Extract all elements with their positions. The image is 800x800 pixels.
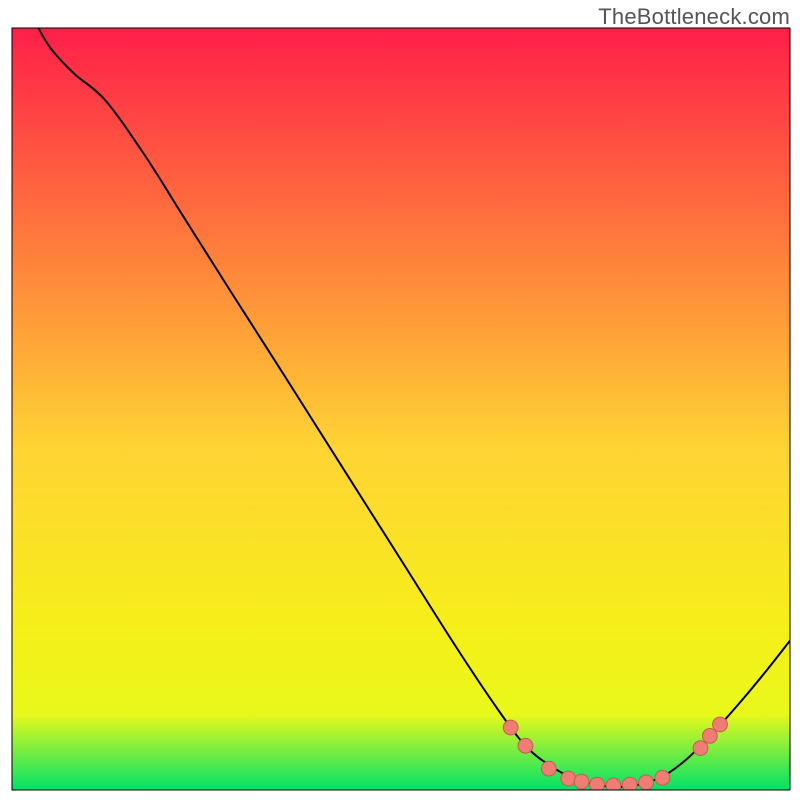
watermark-label: TheBottleneck.com	[598, 4, 790, 30]
threshold-marker	[713, 717, 728, 732]
chart-canvas	[0, 0, 800, 800]
threshold-marker	[693, 741, 708, 756]
threshold-marker	[561, 771, 576, 786]
threshold-marker	[655, 770, 670, 785]
threshold-marker	[574, 774, 589, 789]
chart-root: TheBottleneck.com	[0, 0, 800, 800]
plot-background	[12, 28, 790, 790]
threshold-marker	[541, 761, 556, 776]
threshold-marker	[503, 720, 518, 735]
threshold-marker	[606, 778, 621, 793]
threshold-marker	[702, 729, 717, 744]
threshold-marker	[639, 775, 654, 790]
threshold-marker	[518, 738, 533, 753]
